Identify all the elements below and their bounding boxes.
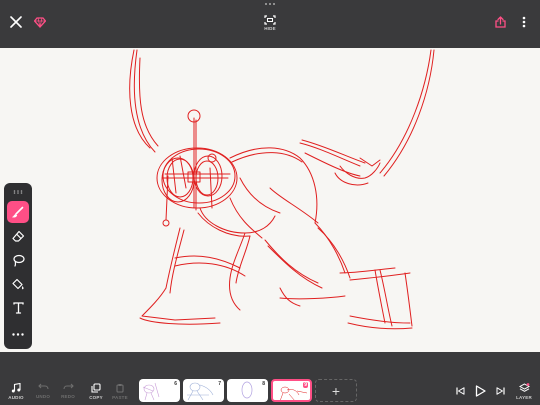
frame-number: 6 [174,381,177,387]
drag-handle[interactable] [262,3,278,7]
frame-thumbnail[interactable]: 6 [139,379,180,402]
frame-number: 7 [218,381,221,387]
top-bar: HIDE [0,0,540,48]
next-frame-button[interactable] [493,384,507,398]
music-note-icon [11,382,21,392]
play-button[interactable] [472,382,488,400]
audio-button[interactable]: AUDIO [6,381,26,401]
redo-icon [62,383,74,390]
redo-label: REDO [61,394,75,399]
redo-button[interactable]: REDO [58,381,78,401]
fill-tool[interactable] [7,273,29,295]
copy-label: COPY [89,394,103,400]
add-frame-button[interactable]: + [315,379,357,402]
layers-icon [518,382,530,392]
copy-icon [91,382,101,393]
more-options-button[interactable] [516,14,532,30]
previous-frame-button[interactable] [453,384,467,398]
layer-button[interactable]: LAYER [514,381,534,401]
lasso-tool[interactable] [7,249,29,271]
brush-icon [12,206,24,218]
audio-label: AUDIO [8,394,24,400]
tool-palette [4,183,32,349]
eraser-icon [11,230,24,242]
undo-icon [37,383,49,390]
eraser-tool[interactable] [7,225,29,247]
frame-number: 9 [303,382,308,388]
copy-button[interactable]: COPY [86,381,106,401]
frame-number: 8 [262,381,265,387]
frame-thumbnail[interactable]: 7 [183,379,224,402]
palette-grip[interactable] [7,185,29,199]
paste-icon [116,383,124,393]
paste-label: PASTE [112,394,128,400]
horizontal-dots-icon [12,332,24,336]
diamond-icon [34,16,46,28]
share-button[interactable] [492,14,508,30]
text-icon [12,302,24,314]
hide-ui-icon [264,15,276,25]
hide-button[interactable]: HIDE [258,12,282,34]
share-icon [494,16,506,28]
layer-label: LAYER [516,394,532,400]
paste-button[interactable]: PASTE [110,381,130,401]
lasso-icon [12,254,25,267]
play-icon [475,385,486,397]
sketch-drawing [129,49,435,330]
more-tools-button[interactable] [7,323,29,345]
frame-thumbnail[interactable]: 8 [227,379,268,402]
frame-thumbnail-current[interactable]: 9 [271,379,312,402]
paint-bucket-icon [11,278,24,289]
drawing-canvas[interactable] [0,48,540,352]
brush-tool[interactable] [7,201,29,223]
text-tool[interactable] [7,297,29,319]
close-icon [10,16,22,28]
vertical-dots-icon [522,16,526,28]
close-button[interactable] [8,14,24,30]
skip-forward-icon [496,387,505,395]
undo-label: UNDO [35,394,51,399]
undo-button[interactable]: UNDO [33,381,53,401]
grip-icon [13,190,23,194]
hide-label: HIDE [264,26,276,31]
premium-button[interactable] [32,14,48,30]
skip-back-icon [455,387,464,395]
